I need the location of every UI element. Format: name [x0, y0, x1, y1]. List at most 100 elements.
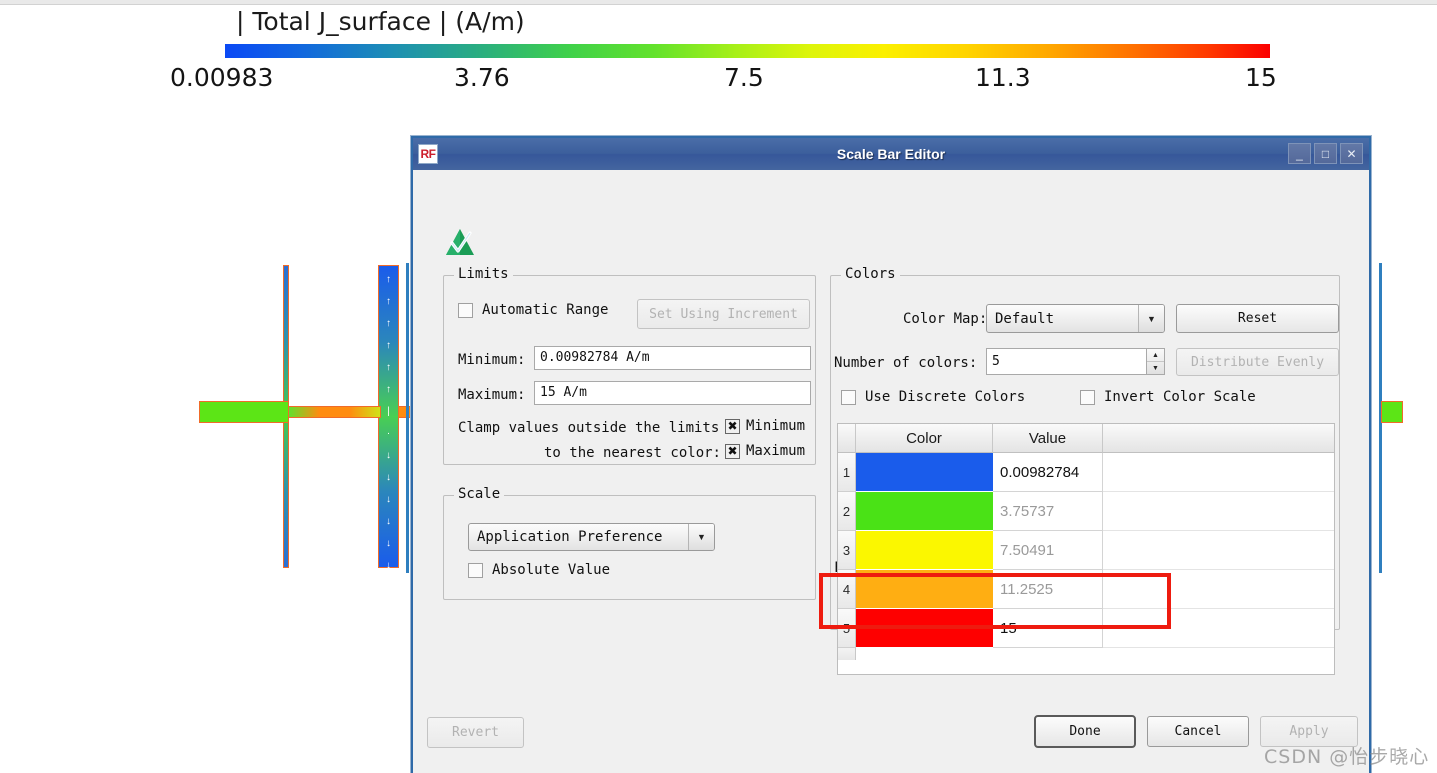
row-filler	[1103, 609, 1334, 648]
color-map-value: Default	[995, 310, 1055, 327]
row-value[interactable]: 3.75737	[993, 492, 1103, 531]
minimize-icon[interactable]: _	[1288, 143, 1311, 164]
table-bottom-edge	[838, 648, 1334, 660]
row-index: 4	[838, 570, 856, 609]
maximum-input[interactable]: 15 A/m	[534, 381, 811, 405]
chevron-down-icon[interactable]: ▼	[1138, 305, 1164, 332]
scale-bar-legend: | Total J_surface | (A/m) 0.00983 3.76 7…	[0, 5, 1437, 95]
clamp-minimum-checkbox[interactable]: ✖	[725, 418, 740, 434]
automatic-range-row[interactable]: Automatic Range	[458, 302, 608, 318]
number-of-colors-arrows[interactable]: ▲ ▼	[1146, 348, 1165, 375]
row-value[interactable]: 15	[993, 609, 1103, 648]
rf-app-icon: RF	[418, 144, 438, 164]
row-index: 5	[838, 609, 856, 648]
limits-group: Limits Automatic Range Set Using Increme…	[443, 266, 816, 465]
table-header-color[interactable]: Color	[856, 424, 993, 453]
legend-tick-0: 0.00983	[170, 63, 274, 92]
plot-element-far-right	[1381, 401, 1403, 423]
row-value[interactable]: 7.50491	[993, 531, 1103, 570]
number-of-colors-label: Number of colors:	[834, 355, 978, 371]
table-row[interactable]: 1 0.00982784	[838, 453, 1334, 492]
watermark-text: CSDN @怡步晓心	[1264, 746, 1430, 768]
window-controls: _ □ ✕	[1288, 143, 1363, 164]
row-index: 1	[838, 453, 856, 492]
legend-gradient-bar	[225, 44, 1270, 58]
automatic-range-checkbox[interactable]	[458, 302, 473, 318]
maximum-label: Maximum:	[458, 387, 526, 403]
row-color-swatch[interactable]	[856, 453, 993, 492]
row-value[interactable]: 0.00982784	[993, 453, 1103, 492]
hfss-logo-icon	[446, 229, 474, 255]
row-index: 2	[838, 492, 856, 531]
plot-horizontal-element-center	[288, 406, 381, 418]
chevron-down-icon[interactable]: ▼	[688, 524, 714, 550]
invert-color-scale-label: Invert Color Scale	[1104, 389, 1256, 405]
scale-preference-value: Application Preference	[477, 529, 663, 545]
close-icon[interactable]: ✕	[1340, 143, 1363, 164]
table-row-selected[interactable]: 5 15	[838, 609, 1334, 648]
invert-color-scale-row[interactable]: Invert Color Scale	[1080, 389, 1256, 405]
invert-color-scale-checkbox[interactable]	[1080, 389, 1095, 405]
number-of-colors-stepper[interactable]: 5 ▲ ▼	[986, 348, 1165, 375]
use-discrete-colors-checkbox[interactable]	[841, 389, 856, 405]
reset-button[interactable]: Reset	[1176, 304, 1339, 333]
table-corner-cell	[838, 424, 856, 453]
number-of-colors-input[interactable]: 5	[986, 348, 1146, 375]
table-row[interactable]: 2 3.75737	[838, 492, 1334, 531]
clamp-maximum-row[interactable]: ✖ Maximum	[725, 443, 805, 459]
legend-tick-4: 15	[1245, 63, 1277, 92]
table-header-row: Color Value	[838, 424, 1334, 453]
absolute-value-checkbox[interactable]	[468, 562, 483, 578]
maximize-icon[interactable]: □	[1314, 143, 1337, 164]
clamp-maximum-checkbox[interactable]: ✖	[725, 443, 740, 459]
table-header-filler	[1103, 424, 1334, 453]
use-discrete-colors-row[interactable]: Use Discrete Colors	[841, 389, 1025, 405]
row-filler	[1103, 531, 1334, 570]
row-color-swatch[interactable]	[856, 609, 993, 648]
legend-title: | Total J_surface | (A/m)	[236, 7, 525, 36]
dialog-body: Limits Automatic Range Set Using Increme…	[413, 170, 1369, 773]
row-filler	[1103, 453, 1334, 492]
stepper-down-icon[interactable]: ▼	[1147, 362, 1164, 374]
dialog-footer: Revert Done Cancel Apply	[413, 703, 1369, 773]
colors-group-title: Colors	[841, 266, 900, 282]
row-value[interactable]: 11.2525	[993, 570, 1103, 609]
row-color-swatch[interactable]	[856, 492, 993, 531]
clamp-label-line1: Clamp values outside the limits	[458, 420, 720, 436]
scale-group-title: Scale	[454, 486, 505, 502]
plot-horizontal-element-left	[199, 401, 289, 423]
use-discrete-colors-label: Use Discrete Colors	[865, 389, 1026, 405]
minimum-input[interactable]: 0.00982784 A/m	[534, 346, 811, 370]
row-filler	[1103, 492, 1334, 531]
row-color-swatch[interactable]	[856, 570, 993, 609]
table-row[interactable]: 4 11.2525	[838, 570, 1334, 609]
color-map-label: Color Map:	[903, 311, 988, 327]
set-using-increment-button[interactable]: Set Using Increment	[637, 299, 810, 329]
table-row[interactable]: 3 7.50491	[838, 531, 1334, 570]
legend-tick-3: 11.3	[975, 63, 1031, 92]
row-filler	[1103, 570, 1334, 609]
distribute-evenly-button[interactable]: Distribute Evenly	[1176, 348, 1339, 376]
row-color-swatch[interactable]	[856, 531, 993, 570]
plot-arrow-glyphs: ↑ ↑ ↑ ↑ ↑ ↑ | · ↓ ↓ ↓ ↓ ↓ ↓	[386, 274, 391, 571]
stepper-up-icon[interactable]: ▲	[1147, 349, 1164, 362]
dialog-title: Scale Bar Editor	[836, 146, 946, 162]
table-header-value[interactable]: Value	[993, 424, 1103, 453]
color-value-table[interactable]: Color Value 1 0.00982784 2 3.75737 3 7.5…	[837, 423, 1335, 675]
scale-bar-editor-dialog: RF Scale Bar Editor _ □ ✕ Limits Automat…	[411, 136, 1371, 773]
absolute-value-row[interactable]: Absolute Value	[468, 562, 610, 578]
automatic-range-label: Automatic Range	[482, 302, 609, 318]
scale-group: Scale Application Preference ▼ Absolute …	[443, 486, 816, 600]
revert-button[interactable]: Revert	[427, 717, 524, 748]
row-index: 3	[838, 531, 856, 570]
plot-axis-line-left	[406, 263, 409, 573]
minimum-label: Minimum:	[458, 352, 526, 368]
scale-preference-select[interactable]: Application Preference ▼	[468, 523, 715, 551]
color-map-select[interactable]: Default ▼	[986, 304, 1165, 333]
absolute-value-label: Absolute Value	[492, 562, 611, 578]
clamp-minimum-row[interactable]: ✖ Minimum	[725, 418, 805, 434]
done-button[interactable]: Done	[1034, 715, 1136, 748]
legend-tick-1: 3.76	[454, 63, 510, 92]
cancel-button[interactable]: Cancel	[1147, 716, 1249, 747]
dialog-titlebar[interactable]: RF Scale Bar Editor _ □ ✕	[413, 138, 1369, 170]
